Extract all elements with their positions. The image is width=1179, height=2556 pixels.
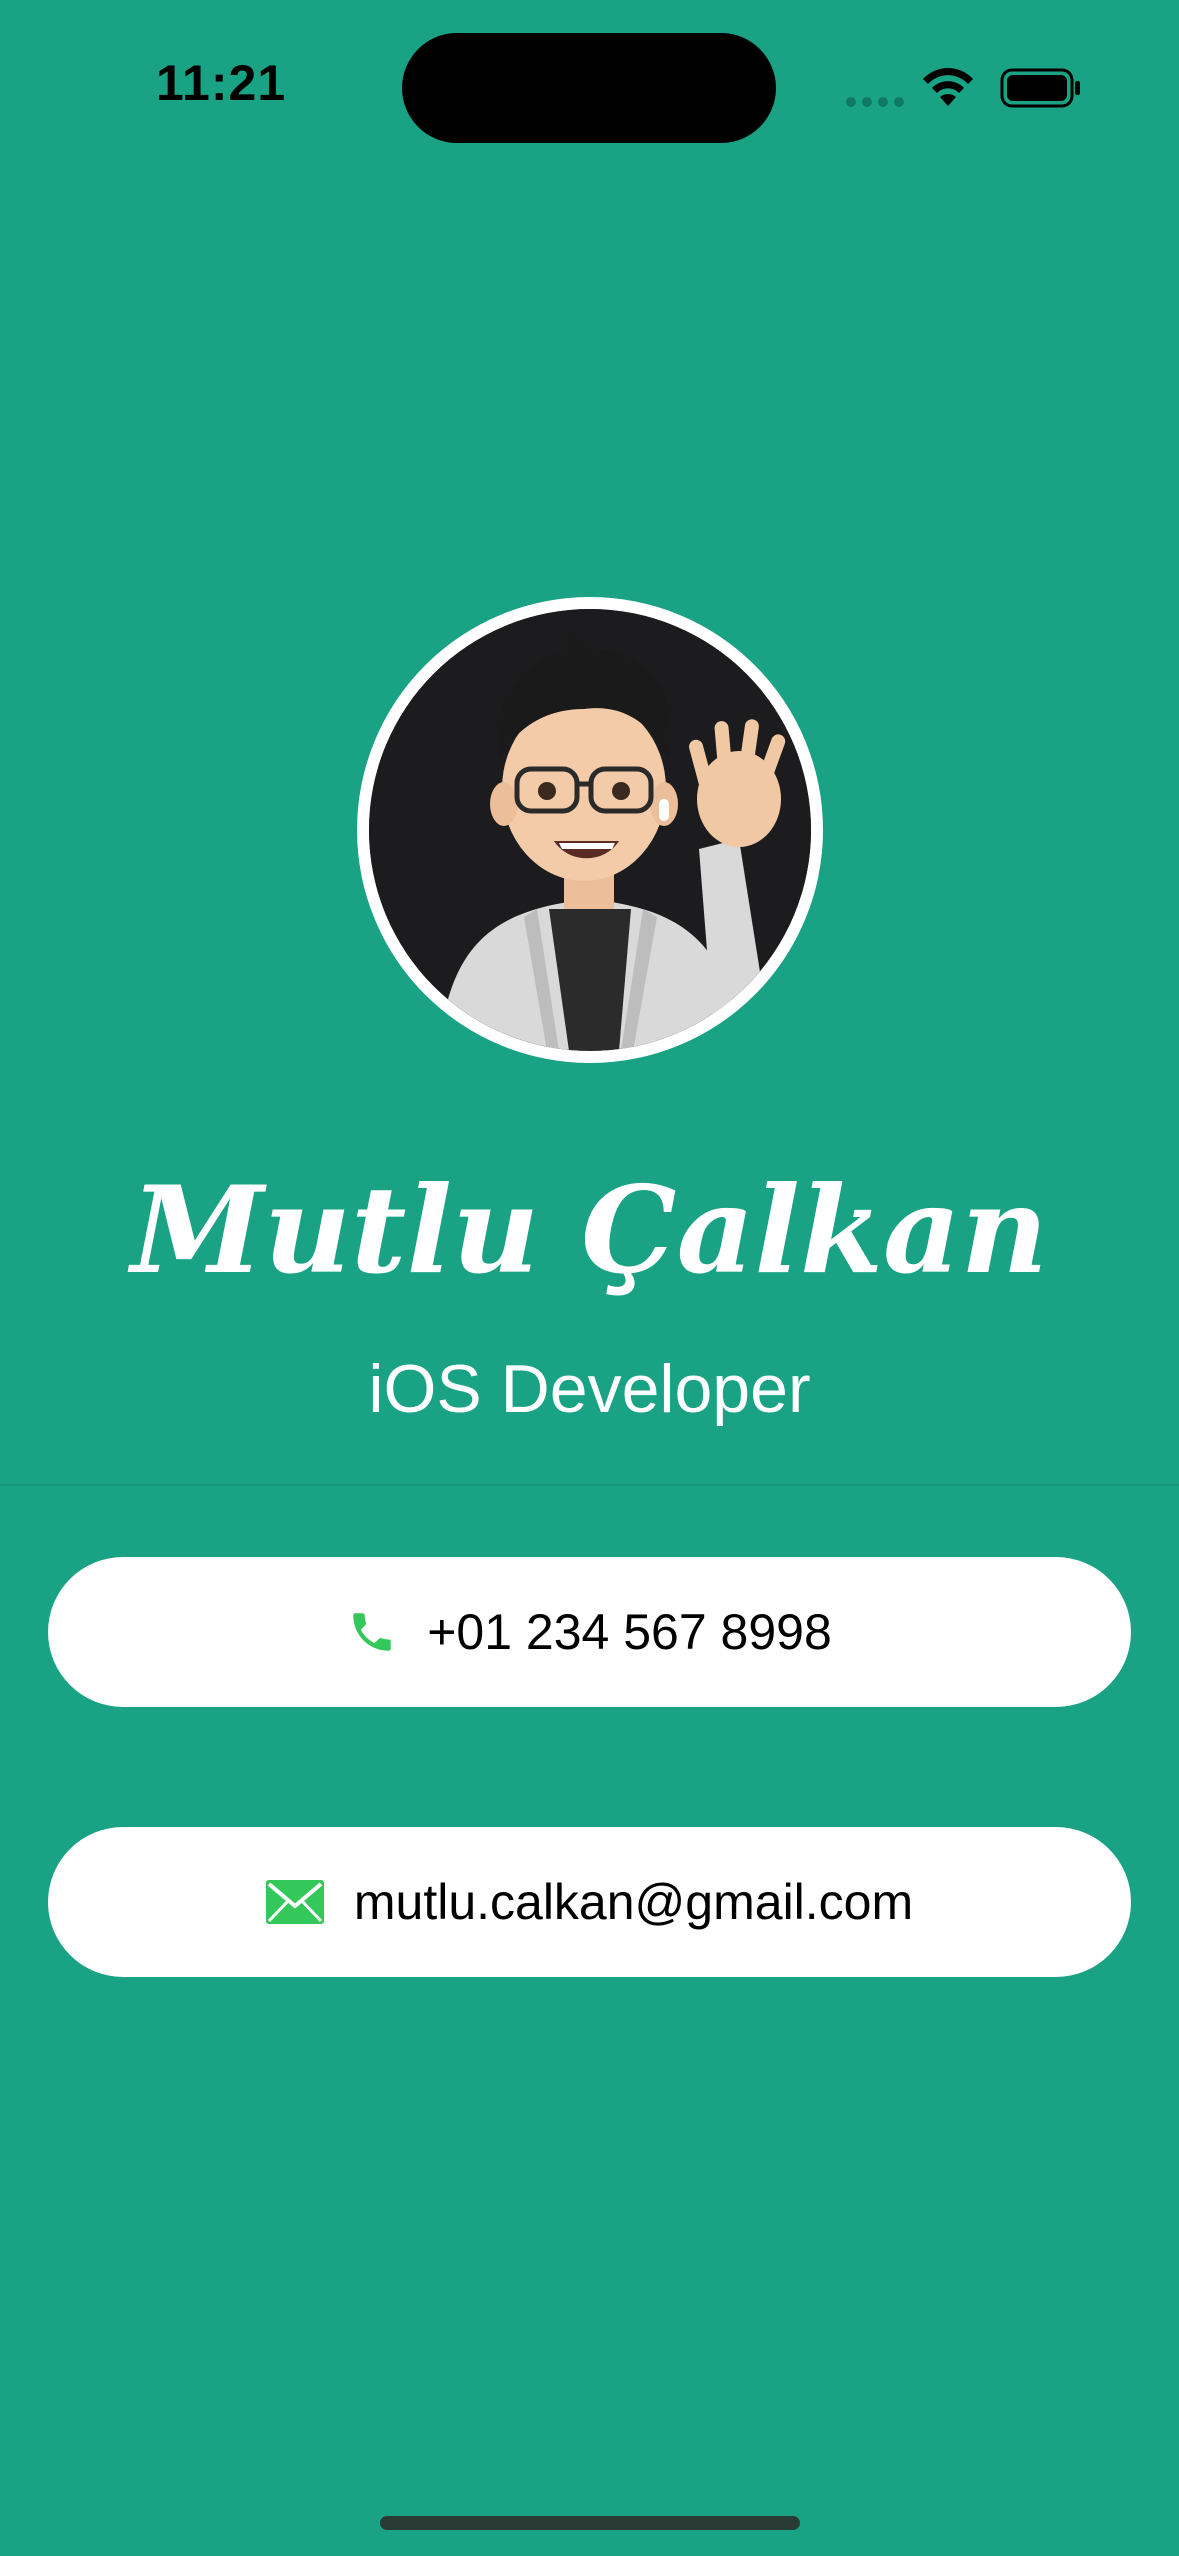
email-card[interactable]: mutlu.calkan@gmail.com (48, 1827, 1131, 1977)
profile-role: iOS Developer (368, 1351, 811, 1427)
email-address: mutlu.calkan@gmail.com (353, 1874, 914, 1930)
phone-icon (347, 1607, 397, 1657)
phone-card[interactable]: +01 234 567 8998 (48, 1557, 1131, 1707)
cellular-signal-icon (846, 97, 904, 107)
home-indicator[interactable] (380, 2516, 800, 2530)
phone-number: +01 234 567 8998 (427, 1604, 832, 1660)
envelope-icon (265, 1880, 324, 1924)
wifi-icon (923, 68, 973, 106)
profile-name: Mutlu Çalkan (130, 1160, 1049, 1301)
avatar (369, 609, 811, 1051)
divider (0, 1484, 1179, 1486)
dynamic-island (402, 33, 776, 143)
battery-icon (1000, 68, 1080, 108)
status-time: 11:21 (156, 55, 287, 111)
avatar-frame (357, 597, 823, 1063)
memoji-avatar (369, 609, 811, 1051)
status-bar: 11:21 (0, 0, 1179, 180)
